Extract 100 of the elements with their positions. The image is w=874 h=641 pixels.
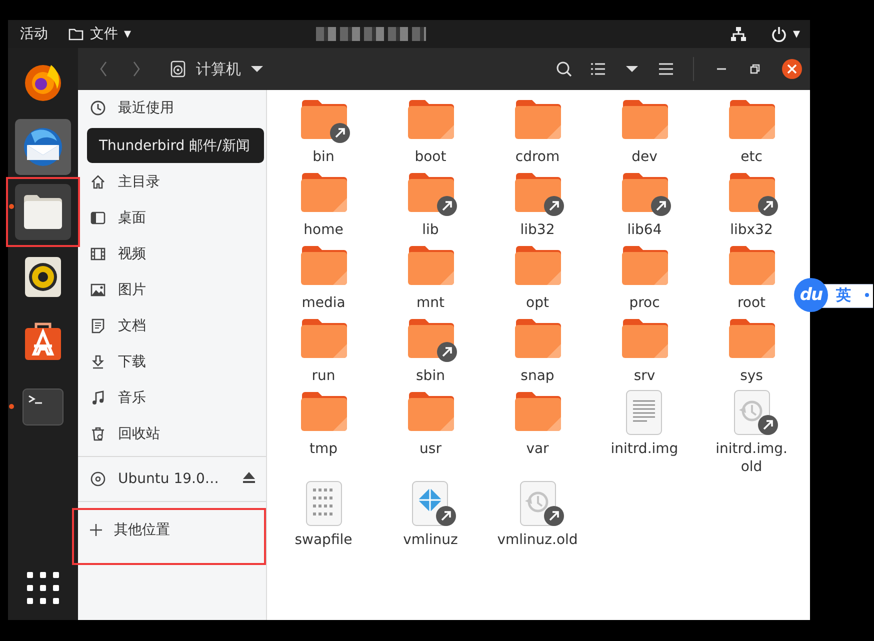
file-item[interactable]: initrd.img.old: [706, 389, 798, 476]
file-name: cdrom: [515, 148, 560, 166]
file-name: tmp: [309, 440, 338, 458]
file-item[interactable]: snap: [514, 316, 562, 385]
sidebar-item[interactable]: 视频: [78, 236, 266, 272]
sidebar-item[interactable]: 回收站: [78, 416, 266, 452]
app-menu-label: 文件: [90, 25, 118, 43]
sidebar-item[interactable]: 文档: [78, 308, 266, 344]
file-item[interactable]: swapfile: [294, 480, 352, 549]
file-name: proc: [629, 294, 660, 312]
file-item[interactable]: lib32: [514, 170, 562, 239]
file-name: root: [737, 294, 766, 312]
file-name: initrd.img.old: [714, 440, 788, 476]
close-icon: [787, 64, 797, 74]
file-name: sys: [740, 367, 763, 385]
system-menu-button[interactable]: ▾: [770, 26, 800, 42]
caret-icon: ▾: [792, 26, 800, 42]
file-name: initrd.img: [610, 440, 678, 458]
file-name: snap: [520, 367, 554, 385]
file-item[interactable]: srv: [620, 316, 668, 385]
file-item[interactable]: mnt: [406, 243, 454, 312]
file-name: home: [304, 221, 344, 239]
file-item[interactable]: initrd.img: [610, 389, 678, 476]
power-icon: [770, 26, 787, 42]
file-item[interactable]: lib64: [620, 170, 668, 239]
file-item[interactable]: opt: [514, 243, 562, 312]
music-note-icon: [90, 390, 106, 406]
file-item[interactable]: media: [300, 243, 348, 312]
file-item[interactable]: lib: [406, 170, 454, 239]
file-name: vmlinuz.old: [497, 531, 578, 549]
file-name: libx32: [730, 221, 773, 239]
location-button[interactable]: 计算机: [162, 54, 271, 84]
sidebar-item[interactable]: 其他位置: [74, 512, 170, 548]
menu-icon: [658, 61, 674, 77]
file-name: mnt: [416, 294, 444, 312]
sidebar-item[interactable]: 桌面: [78, 200, 266, 236]
sidebar-item[interactable]: 音乐: [78, 380, 266, 416]
file-item[interactable]: var: [514, 389, 562, 476]
activities-button[interactable]: 活动: [20, 25, 48, 43]
bird-envelope-icon: [21, 125, 65, 169]
caret-icon: [251, 66, 263, 72]
restore-icon: [750, 64, 760, 74]
file-item[interactable]: tmp: [300, 389, 348, 476]
file-name: vmlinuz: [403, 531, 458, 549]
caret-icon: ▾: [124, 26, 132, 42]
file-item[interactable]: vmlinuz: [403, 480, 458, 549]
minimize-icon: [716, 68, 726, 70]
file-item[interactable]: bin: [300, 97, 348, 166]
file-item[interactable]: usr: [406, 389, 454, 476]
close-button[interactable]: [782, 59, 802, 79]
file-name: swapfile: [294, 531, 352, 549]
file-name: lib: [422, 221, 439, 239]
file-item[interactable]: run: [300, 316, 348, 385]
file-item[interactable]: proc: [620, 243, 668, 312]
list-icon: [590, 61, 606, 77]
file-name: var: [526, 440, 549, 458]
file-name: opt: [526, 294, 549, 312]
app-grid-icon: [27, 572, 59, 604]
caret-icon: [626, 66, 638, 72]
document-icon: [90, 318, 106, 334]
picture-icon: [90, 282, 106, 298]
disc-icon: [90, 471, 106, 487]
folder-outline-icon: [68, 26, 84, 42]
home-icon: [90, 174, 106, 190]
file-item[interactable]: boot: [406, 97, 454, 166]
language-mode-toggle[interactable]: 英: [836, 286, 851, 304]
file-item[interactable]: home: [300, 170, 348, 239]
file-item[interactable]: etc: [728, 97, 776, 166]
sidebar-item[interactable]: 下载: [78, 344, 266, 380]
file-item[interactable]: dev: [620, 97, 668, 166]
sidebar-item[interactable]: 主目录: [78, 164, 266, 200]
file-item[interactable]: vmlinuz.old: [497, 480, 578, 549]
file-name: usr: [420, 440, 442, 458]
trash-icon: [90, 426, 106, 442]
file-name: run: [312, 367, 336, 385]
file-name: bin: [312, 148, 334, 166]
file-item[interactable]: sbin: [406, 316, 454, 385]
file-name: lib64: [627, 221, 662, 239]
sidebar-item[interactable]: Ubuntu 19.0…: [90, 461, 219, 497]
file-item[interactable]: root: [728, 243, 776, 312]
file-name: srv: [634, 367, 656, 385]
desktop-icon: [90, 210, 106, 226]
file-name: lib32: [520, 221, 555, 239]
download-icon: [90, 354, 106, 370]
dock-item[interactable]: [15, 184, 71, 240]
file-item[interactable]: libx32: [728, 170, 776, 239]
tooltip: Thunderbird 邮件/新闻: [87, 128, 264, 163]
sidebar-item[interactable]: 最近使用: [78, 90, 266, 126]
search-icon: [556, 61, 572, 77]
dock-item[interactable]: [15, 119, 71, 175]
plus-icon: [90, 524, 102, 536]
file-item[interactable]: sys: [728, 316, 776, 385]
file-name: etc: [740, 148, 762, 166]
file-item[interactable]: cdrom: [514, 97, 562, 166]
dot-icon: [865, 293, 869, 297]
input-method-logo[interactable]: du: [794, 278, 828, 312]
sidebar-item[interactable]: 图片: [78, 272, 266, 308]
file-name: boot: [414, 148, 446, 166]
app-menu[interactable]: 文件 ▾: [68, 25, 132, 43]
network-button[interactable]: [730, 26, 747, 42]
